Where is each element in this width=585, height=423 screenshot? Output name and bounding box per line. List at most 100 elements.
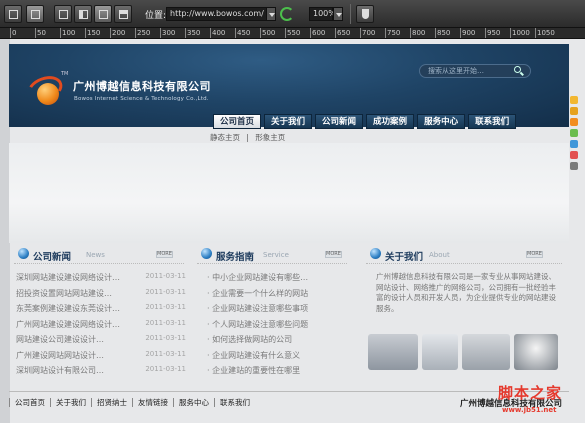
news-list-item[interactable]: 东莞案例建设建设东莞设计… 2011-03-11 <box>16 303 186 319</box>
news-title[interactable]: 广州网站建设建设网络设计… <box>16 319 120 335</box>
ruler-tick-label: 950 <box>487 29 501 37</box>
news-date: 2011-03-11 <box>145 334 186 342</box>
footer-link-about[interactable]: 关于我们 <box>50 398 91 407</box>
footer-link-home[interactable]: 公司首页 <box>9 398 50 407</box>
weibo-icon[interactable] <box>570 151 578 159</box>
ruler-tick-label: 350 <box>187 29 201 37</box>
service-list-item[interactable]: 企业需要一个什么样的网站 <box>207 288 337 304</box>
ruler-tick-label: 650 <box>337 29 351 37</box>
news-title[interactable]: 网站建设公司建设设计… <box>16 334 104 350</box>
ruler-tick-label: 750 <box>387 29 401 37</box>
refresh-icon[interactable] <box>280 7 294 21</box>
zoom-dropdown-button[interactable] <box>333 7 343 21</box>
ruler-tick <box>60 28 61 38</box>
security-button[interactable] <box>356 5 374 23</box>
layout-hsplit-button[interactable] <box>114 5 132 23</box>
qq-icon[interactable] <box>570 96 578 104</box>
ruler-tick <box>485 28 486 38</box>
service-list-item[interactable]: 如何选择做网站的公司 <box>207 334 337 350</box>
nav-item-cases[interactable]: 成功案例 <box>366 114 415 129</box>
about-more-button[interactable]: MORE <box>526 251 543 258</box>
news-title[interactable]: 广州建设网站网站设计… <box>16 350 104 366</box>
news-title[interactable]: 深圳网站设计有限公司… <box>16 365 104 381</box>
news-list-item[interactable]: 广州网站建设建设网络设计… 2011-03-11 <box>16 319 186 335</box>
breadcrumb-image[interactable]: 形象主页 <box>255 133 285 142</box>
service-list-item[interactable]: 企业建站的重要性在哪里 <box>207 365 337 381</box>
horizontal-ruler: 0 50 100 150 200 250 300 350 400 450 500 550 600 650 7… <box>0 28 585 39</box>
ruler-tick-label: 850 <box>437 29 451 37</box>
share-icon[interactable] <box>570 129 578 137</box>
news-list-item[interactable]: 网站建设公司建设设计… 2011-03-11 <box>16 334 186 350</box>
news-title[interactable]: 东莞案例建设建设东莞设计… <box>16 303 120 319</box>
site-title: 广州博越信息科技有限公司 <box>73 80 211 93</box>
site-subtitle: Bowos Internet Science & Technology Co.,… <box>74 96 209 102</box>
footer-link-jobs[interactable]: 招贤纳士 <box>91 398 132 407</box>
service-section-en: Service <box>263 251 289 259</box>
service-list-item[interactable]: 企业网站建设有什么意义 <box>207 350 337 366</box>
ruler-tick <box>185 28 186 38</box>
address-dropdown-button[interactable] <box>266 7 276 21</box>
layout-full-icon <box>99 10 108 19</box>
nav-item-about[interactable]: 关于我们 <box>264 114 313 129</box>
zoom-select[interactable]: 100% <box>309 7 336 21</box>
rss-icon[interactable] <box>570 118 578 126</box>
news-list-item[interactable]: 广州建设网站网站设计… 2011-03-11 <box>16 350 186 366</box>
ruler-tick <box>210 28 211 38</box>
address-input[interactable]: http://www.bowos.com/ <box>166 7 270 21</box>
favorite-icon[interactable] <box>570 107 578 115</box>
more-icon[interactable] <box>570 162 578 170</box>
ruler-tick-label: 0 <box>12 29 17 37</box>
layout-hsplit-icon <box>119 10 128 19</box>
news-date: 2011-03-11 <box>145 272 186 280</box>
ruler-tick-label: 250 <box>137 29 151 37</box>
logo-ball <box>37 83 59 105</box>
globe-icon <box>370 248 381 259</box>
ruler-toggle-button[interactable] <box>26 5 44 23</box>
layout-full-button[interactable] <box>94 5 112 23</box>
msn-icon[interactable] <box>570 140 578 148</box>
news-section-en: News <box>86 251 105 259</box>
service-list-item[interactable]: 个人网站建设注意哪些问题 <box>207 319 337 335</box>
news-section: 公司新闻 News MORE 深圳网站建设建设网络设计… 2011-03-11 招投… <box>14 244 186 404</box>
nav-item-contact[interactable]: 联系我们 <box>468 114 517 129</box>
service-more-button[interactable]: MORE <box>325 251 342 258</box>
news-date: 2011-03-11 <box>145 287 186 296</box>
breadcrumb-separator: | <box>246 133 249 142</box>
breadcrumb-static[interactable]: 静态主页 <box>210 133 240 142</box>
news-title[interactable]: 深圳网站建设建设网络设计… <box>16 272 120 288</box>
ruler-tick <box>35 28 36 38</box>
footer-link-service[interactable]: 服务中心 <box>173 398 214 407</box>
service-list-item[interactable]: 中小企业网站建设有哪些… <box>207 272 337 288</box>
layout-split-button[interactable] <box>74 5 92 23</box>
news-more-button[interactable]: MORE <box>156 251 173 258</box>
inspect-tool-button[interactable] <box>4 5 22 23</box>
shield-icon <box>362 9 369 19</box>
nav-item-news[interactable]: 公司新闻 <box>315 114 364 129</box>
watermark: 脚本之家 www.jb51.net <box>498 382 582 422</box>
globe-image <box>514 334 558 370</box>
ruler-tick <box>110 28 111 38</box>
news-date: 2011-03-11 <box>145 349 186 358</box>
about-text: 广州博越信息科技有限公司是一家专业从事网站建设、网站设计、网络推广的网络公司，公… <box>376 272 556 313</box>
footer-link-friends[interactable]: 友情链接 <box>132 398 173 407</box>
ruler-tick <box>460 28 461 38</box>
news-list: 深圳网站建设建设网络设计… 2011-03-11 招投资设置网站网站建设… 2011-… <box>16 272 186 381</box>
site-footer: 公司首页 关于我们 招贤纳士 友情链接 服务中心 联系我们 广州博越信息科技有限… <box>9 391 569 413</box>
logo-icon[interactable] <box>23 71 67 107</box>
nav-item-home[interactable]: 公司首页 <box>213 114 262 129</box>
ruler-tick <box>235 28 236 38</box>
news-title[interactable]: 招投资设置网站网站建设… <box>16 288 112 304</box>
nav-item-service[interactable]: 服务中心 <box>417 114 466 129</box>
footer-link-contact[interactable]: 联系我们 <box>214 398 255 407</box>
news-date: 2011-03-11 <box>145 365 186 373</box>
layout-single-button[interactable] <box>54 5 72 23</box>
banner-area <box>9 143 569 243</box>
service-list-item[interactable]: 企业网站建设注意哪些事项 <box>207 303 337 319</box>
ruler-tick <box>310 28 311 38</box>
news-list-item[interactable]: 深圳网站设计有限公司… 2011-03-11 <box>16 365 186 381</box>
search-icon[interactable] <box>514 66 524 76</box>
news-list-item[interactable]: 深圳网站建设建设网络设计… 2011-03-11 <box>16 272 186 288</box>
ruler-icon <box>31 10 40 19</box>
ruler-tick-label: 200 <box>112 29 126 37</box>
news-list-item[interactable]: 招投资设置网站网站建设… 2011-03-11 <box>16 288 186 304</box>
